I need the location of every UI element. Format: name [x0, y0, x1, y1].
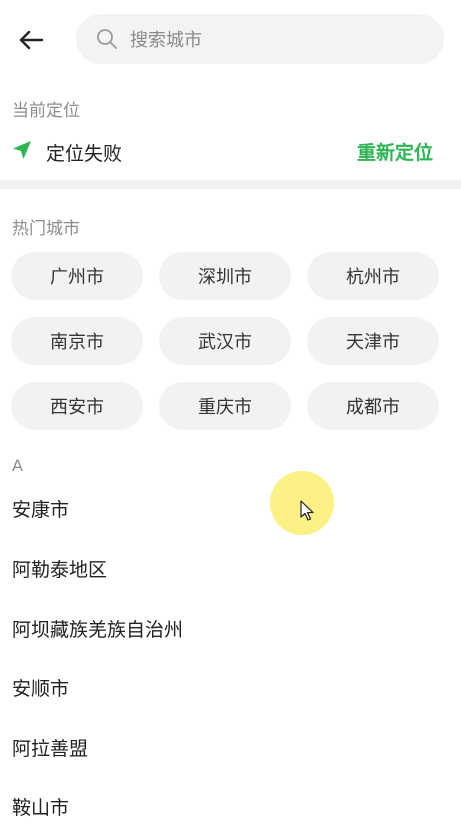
city-list-item[interactable]: 安康市: [12, 495, 69, 525]
relocate-button[interactable]: 重新定位: [357, 138, 433, 165]
section-divider: [0, 180, 461, 189]
location-arrow-icon: [13, 141, 31, 159]
current-location-row: 定位失败 重新定位: [0, 128, 461, 174]
city-list-item[interactable]: 鞍山市: [12, 793, 69, 823]
index-letter-header: A: [12, 456, 23, 475]
hot-city-chip[interactable]: 成都市: [307, 382, 439, 430]
hot-city-chip[interactable]: 西安市: [11, 382, 143, 430]
hot-city-chip[interactable]: 杭州市: [307, 252, 439, 300]
location-status: 定位失败: [46, 143, 123, 165]
city-list-item[interactable]: 阿坝藏族羌族自治州: [12, 615, 183, 645]
hot-city-chip[interactable]: 深圳市: [159, 252, 291, 300]
city-list-item[interactable]: 安顺市: [12, 674, 69, 704]
search-bar[interactable]: [76, 14, 444, 64]
city-list-item[interactable]: 阿拉善盟: [12, 734, 88, 764]
hot-city-chip[interactable]: 天津市: [307, 317, 439, 365]
arrow-left-icon: [19, 30, 44, 50]
hot-city-chip[interactable]: 南京市: [11, 317, 143, 365]
hot-cities-label: 热门城市: [12, 219, 80, 239]
search-icon: [96, 28, 118, 50]
hot-city-chip[interactable]: 重庆市: [159, 382, 291, 430]
mouse-pointer-icon: [300, 500, 314, 521]
back-button[interactable]: [14, 24, 48, 56]
header-bar: [0, 0, 461, 84]
current-location-label: 当前定位: [12, 101, 80, 121]
city-list-item[interactable]: 阿勒泰地区: [12, 555, 107, 585]
hot-city-chip[interactable]: 武汉市: [159, 317, 291, 365]
search-input[interactable]: [130, 29, 420, 51]
hot-city-chip[interactable]: 广州市: [11, 252, 143, 300]
